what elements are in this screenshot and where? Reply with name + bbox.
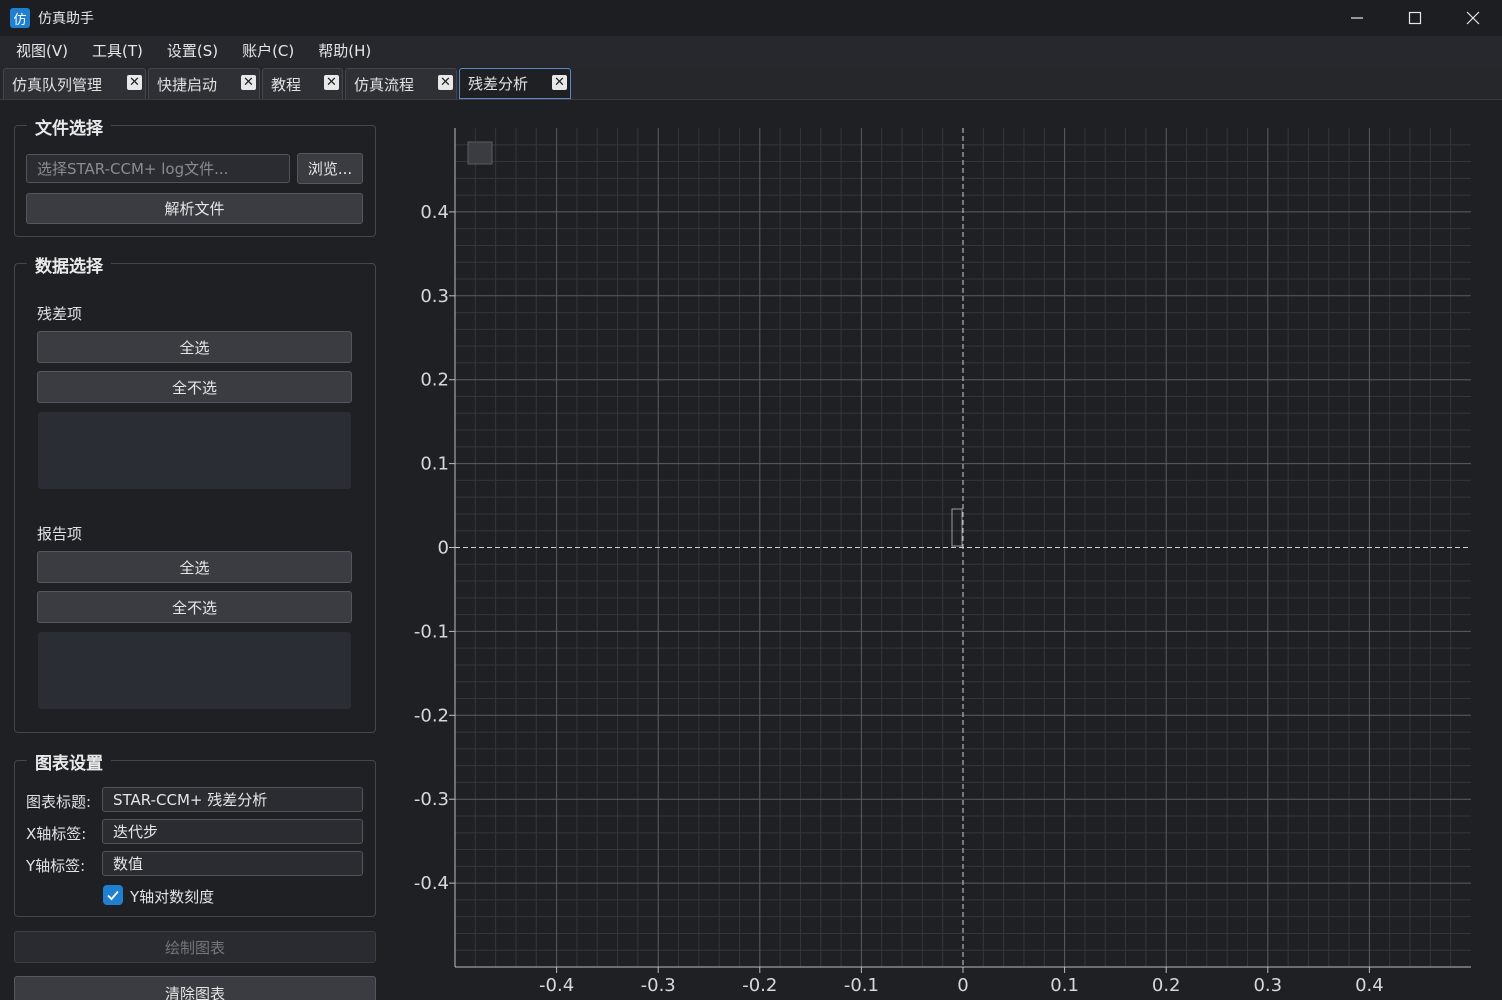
residuals-label: 残差项: [37, 305, 83, 323]
close-icon[interactable]: [1444, 0, 1502, 36]
tab-queue-management[interactable]: 仿真队列管理 ✕: [3, 68, 146, 99]
reports-label: 报告项: [37, 525, 83, 543]
tab-label: 残差分析: [468, 75, 529, 93]
tab-simulation-flow[interactable]: 仿真流程 ✕: [345, 68, 457, 99]
legend-box: [467, 141, 493, 165]
residuals-select-none-button[interactable]: 全不选: [37, 371, 352, 403]
x-tick-label: 0.3: [1253, 975, 1282, 996]
x-tick-label: 0: [957, 975, 968, 996]
ylabel-label: Y轴标签:: [26, 857, 86, 875]
group-title: 数据选择: [27, 252, 111, 277]
x-tick-label: 0.1: [1050, 975, 1079, 996]
xlabel-label: X轴标签:: [26, 825, 87, 843]
menu-bar: 视图(V) 工具(T) 设置(S) 账户(C) 帮助(H): [0, 36, 1502, 66]
ylabel-input[interactable]: 数值: [102, 851, 363, 876]
tab-bar: 仿真队列管理 ✕ 快捷启动 ✕ 教程 ✕ 仿真流程 ✕ 残差分析 ✕: [0, 66, 1502, 100]
window-controls: [1328, 0, 1502, 36]
y-tick-label: 0.3: [420, 286, 449, 307]
tab-label: 教程: [271, 75, 302, 94]
log-scale-label: Y轴对数刻度: [130, 888, 215, 906]
close-icon[interactable]: ✕: [552, 75, 567, 90]
tab-label: 快捷启动: [157, 75, 218, 94]
close-icon[interactable]: ✕: [241, 75, 256, 90]
y-tick-label: 0.1: [420, 454, 449, 475]
close-icon[interactable]: ✕: [127, 75, 142, 90]
cursor-marker: [951, 508, 963, 547]
menu-help[interactable]: 帮助(H): [306, 36, 383, 66]
parse-file-button[interactable]: 解析文件: [26, 193, 363, 224]
maximize-icon[interactable]: [1386, 0, 1444, 36]
reports-list[interactable]: [38, 632, 351, 709]
y-tick-labels: -0.4 -0.3 -0.2 -0.1 0 0.1 0.2 0.3 0.4: [414, 202, 449, 894]
minimize-icon[interactable]: [1328, 0, 1386, 36]
tab-label: 仿真流程: [354, 75, 415, 94]
group-title: 图表设置: [27, 749, 111, 774]
y-tick-label: 0.2: [420, 370, 449, 391]
menu-tools[interactable]: 工具(T): [80, 36, 155, 66]
log-scale-checkbox[interactable]: [103, 885, 123, 905]
window-title: 仿真助手: [38, 11, 94, 27]
x-tick-labels: -0.4 -0.3 -0.2 -0.1 0 0.1 0.2 0.3 0.4: [539, 975, 1384, 996]
y-tick-label: -0.1: [414, 621, 449, 642]
chart-title-input[interactable]: STAR-CCM+ 残差分析: [102, 787, 363, 812]
residual-chart[interactable]: -0.4 -0.3 -0.2 -0.1 0 0.1 0.2 0.3 0.4 -0.4 -0.3 -0…: [380, 100, 1502, 1000]
browse-button[interactable]: 浏览...: [297, 153, 363, 184]
xlabel-input[interactable]: 迭代步: [102, 819, 363, 844]
x-tick-label: -0.2: [742, 975, 777, 996]
y-tick-label: 0.4: [420, 202, 449, 223]
menu-account[interactable]: 账户(C): [230, 36, 306, 66]
x-tick-label: 0.4: [1355, 975, 1384, 996]
log-file-input[interactable]: 选择STAR-CCM+ log文件...: [26, 154, 290, 183]
x-tick-label: 0.2: [1152, 975, 1181, 996]
group-title: 文件选择: [27, 114, 111, 139]
y-tick-label: -0.2: [414, 705, 449, 726]
y-tick-label: -0.3: [414, 789, 449, 810]
x-tick-label: -0.4: [539, 975, 574, 996]
reports-select-all-button[interactable]: 全选: [37, 551, 352, 583]
x-tick-label: -0.1: [844, 975, 879, 996]
tab-residual-analysis[interactable]: 残差分析 ✕: [459, 68, 571, 99]
close-icon[interactable]: ✕: [324, 75, 339, 90]
tab-quick-launch[interactable]: 快捷启动 ✕: [148, 68, 260, 99]
menu-settings[interactable]: 设置(S): [155, 36, 230, 66]
y-tick-label: 0: [438, 538, 449, 559]
plot-chart-button[interactable]: 绘制图表: [14, 931, 376, 963]
app-icon: 仿: [10, 8, 30, 28]
tab-label: 仿真队列管理: [12, 75, 103, 94]
zero-lines: [455, 128, 1471, 967]
residuals-list[interactable]: [38, 412, 351, 489]
y-tick-label: -0.4: [414, 873, 449, 894]
menu-view[interactable]: 视图(V): [4, 36, 80, 66]
axes: [449, 128, 1471, 973]
title-bar: 仿 仿真助手: [0, 0, 1502, 36]
reports-select-none-button[interactable]: 全不选: [37, 591, 352, 623]
residuals-select-all-button[interactable]: 全选: [37, 331, 352, 363]
chart-title-label: 图表标题:: [26, 793, 92, 811]
tab-tutorial[interactable]: 教程 ✕: [262, 68, 343, 99]
checkmark-icon: [107, 890, 119, 901]
close-icon[interactable]: ✕: [438, 75, 453, 90]
clear-chart-button[interactable]: 清除图表: [14, 976, 376, 1000]
x-tick-label: -0.3: [641, 975, 676, 996]
chart-canvas[interactable]: -0.4 -0.3 -0.2 -0.1 0 0.1 0.2 0.3 0.4 -0.4-0.3-0…: [380, 100, 1502, 1000]
